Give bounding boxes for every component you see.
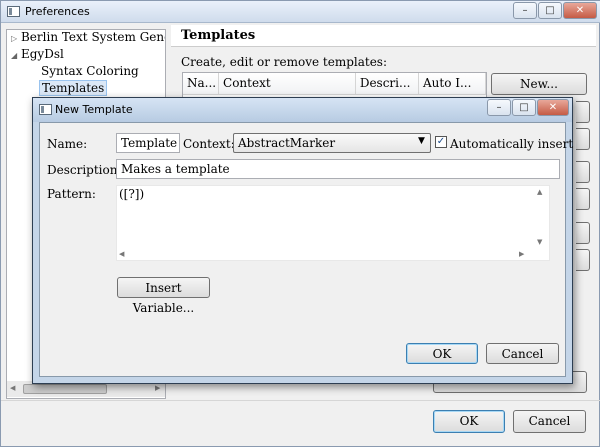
- new-template-dialog: New Template – □ ✕ Name: Template Contex…: [32, 97, 573, 384]
- preferences-title-bar: [1, 1, 600, 23]
- page-title: Templates: [181, 28, 256, 43]
- edit-button-partial[interactable]: [576, 101, 590, 123]
- app-icon: [7, 6, 20, 17]
- preferences-ok-button[interactable]: OK: [433, 410, 505, 433]
- export-button-partial[interactable]: [576, 249, 590, 271]
- dialog-title: New Template: [55, 103, 133, 116]
- dialog-maximize-button[interactable]: □: [512, 99, 536, 116]
- pattern-vertical-scrollbar[interactable]: ▲ ▼: [531, 186, 549, 248]
- remove-button-partial[interactable]: [576, 128, 590, 150]
- pattern-horizontal-scrollbar[interactable]: ◀ ▶: [117, 248, 531, 260]
- dialog-close-button[interactable]: ✕: [537, 99, 569, 116]
- context-select[interactable]: AbstractMarker ▼: [233, 133, 431, 153]
- table-header: Na... Context Descri... Auto I...: [183, 73, 487, 95]
- scroll-up-icon[interactable]: ▲: [537, 188, 542, 196]
- close-button[interactable]: ✕: [563, 2, 597, 19]
- scroll-left-icon[interactable]: ◀: [10, 384, 15, 392]
- restore-button-partial[interactable]: [576, 161, 590, 183]
- description-label: Description:: [47, 163, 122, 177]
- preferences-cancel-button[interactable]: Cancel: [513, 410, 586, 433]
- import-button-partial[interactable]: [576, 222, 590, 244]
- dialog-body: Name: Template Context: AbstractMarker ▼…: [39, 122, 573, 377]
- pattern-textarea[interactable]: ([?]) ▲ ▼ ◀ ▶: [116, 185, 550, 261]
- pattern-text: ([?]): [119, 187, 145, 201]
- context-select-value: AbstractMarker: [238, 136, 336, 150]
- collapse-triangle-icon[interactable]: ◢: [11, 51, 17, 60]
- column-header-description[interactable]: Descri...: [356, 73, 419, 94]
- tree-item-templates[interactable]: Templates: [39, 80, 108, 96]
- context-label: Context:: [183, 137, 235, 151]
- column-header-name[interactable]: Na...: [183, 73, 220, 94]
- tree-item-berlin[interactable]: ▷ Berlin Text System Genera: [11, 30, 165, 44]
- scroll-right-icon[interactable]: ▶: [519, 250, 524, 258]
- chevron-down-icon: ▼: [418, 136, 425, 146]
- scroll-right-icon[interactable]: ▶: [155, 384, 160, 392]
- preferences-title: Preferences: [25, 5, 90, 18]
- scrollbar-thumb[interactable]: [23, 384, 107, 394]
- scroll-down-icon[interactable]: ▼: [537, 238, 542, 246]
- minimize-button[interactable]: –: [513, 2, 537, 19]
- dialog-minimize-button[interactable]: –: [487, 99, 511, 116]
- auto-insert-label[interactable]: Automatically insert: [450, 136, 573, 152]
- tree-item-label: EgyDsl: [20, 47, 64, 61]
- tree-item-label: Templates: [42, 81, 105, 95]
- insert-variable-button[interactable]: Insert Variable...: [117, 277, 210, 315]
- auto-insert-checkbox[interactable]: ✓: [435, 136, 447, 148]
- dialog-cancel-button[interactable]: Cancel: [486, 343, 559, 364]
- tree-item-label: Berlin Text System Genera: [20, 30, 165, 44]
- tree-item-egydsl[interactable]: ◢ EgyDsl: [11, 47, 64, 61]
- new-template-button[interactable]: New...: [491, 73, 587, 95]
- separator: [1, 400, 600, 401]
- scroll-left-icon[interactable]: ◀: [119, 250, 124, 258]
- tree-item-syntax-coloring[interactable]: Syntax Coloring: [41, 64, 139, 78]
- column-header-context[interactable]: Context: [219, 73, 356, 94]
- expand-triangle-icon[interactable]: ▷: [11, 34, 17, 43]
- pattern-label: Pattern:: [47, 187, 96, 201]
- description-input[interactable]: Makes a template: [116, 159, 560, 179]
- column-header-auto-insert[interactable]: Auto I...: [419, 73, 487, 94]
- dialog-ok-button[interactable]: OK: [406, 343, 478, 364]
- tree-item-label: Syntax Coloring: [41, 64, 139, 78]
- dialog-app-icon: [39, 104, 52, 115]
- page-description: Create, edit or remove templates:: [181, 55, 387, 69]
- maximize-button[interactable]: □: [538, 2, 562, 19]
- revert-button-partial[interactable]: [576, 188, 590, 210]
- name-label: Name:: [47, 137, 88, 151]
- templates-table: Na... Context Descri... Auto I...: [182, 72, 487, 98]
- name-input[interactable]: Template: [116, 133, 180, 153]
